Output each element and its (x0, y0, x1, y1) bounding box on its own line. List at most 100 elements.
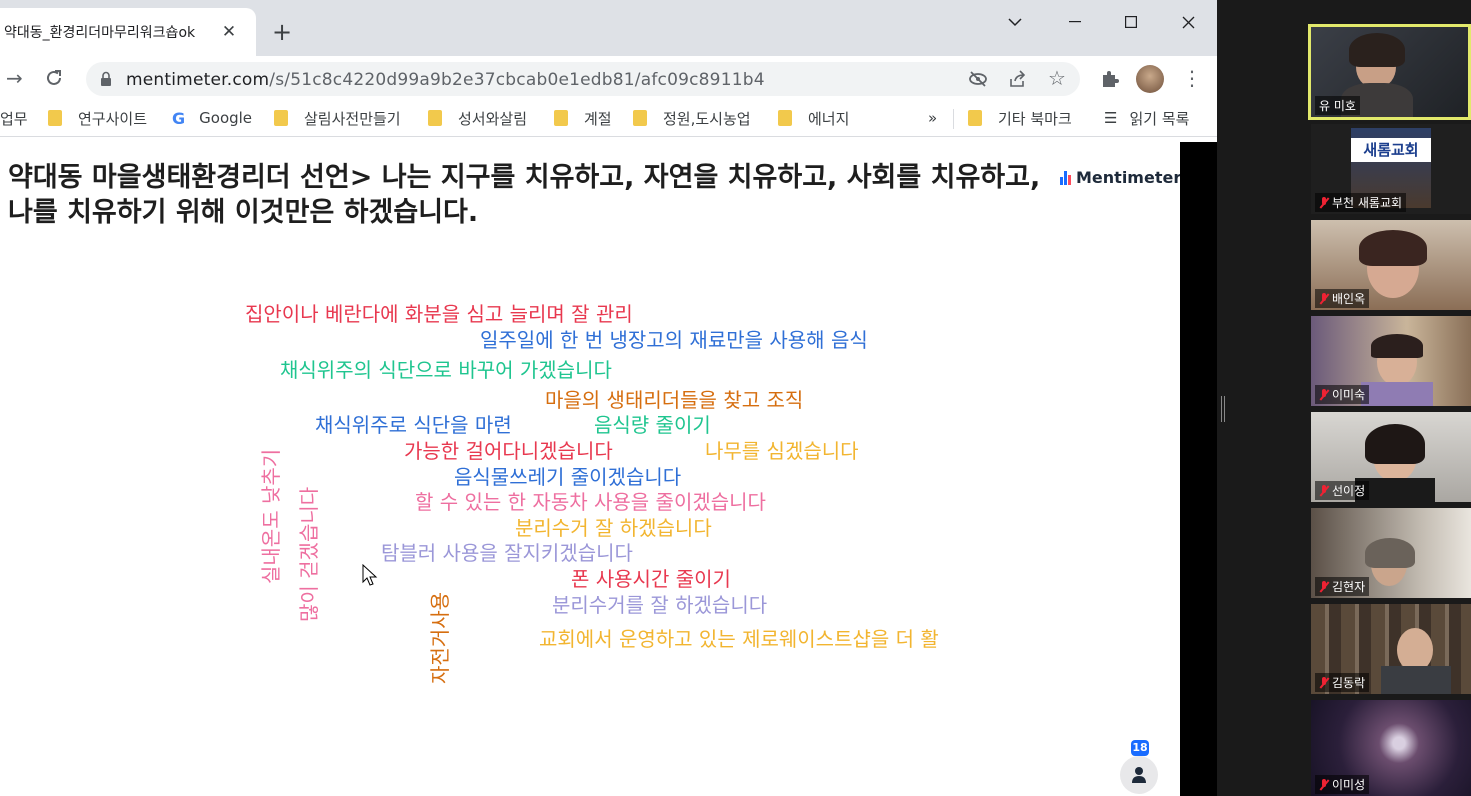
word-cloud-word: 일주일에 한 번 냉장고의 재료만을 사용해 음식 (480, 328, 868, 352)
google-icon: G (172, 108, 186, 128)
tab-search-chevron-icon[interactable] (992, 8, 1038, 36)
bookmark-item-7[interactable]: 에너지 (778, 107, 849, 129)
reading-list-label: 읽기 목록 (1129, 109, 1190, 128)
folder-icon (633, 110, 647, 126)
person-icon (1120, 756, 1158, 794)
participant-hair (1371, 334, 1423, 358)
word-cloud-word-vertical: 실내온도 낮추기 (259, 448, 283, 584)
tab-strip: 약대동_환경리더마무리워크숍ok ✕ + (0, 0, 1217, 56)
reload-icon[interactable] (44, 64, 64, 92)
close-window-icon[interactable] (1165, 8, 1211, 36)
eye-off-icon[interactable] (968, 70, 988, 88)
bookmark-item-3[interactable]: 살림사전만들기 (274, 107, 401, 129)
extensions-puzzle-icon[interactable] (1100, 69, 1120, 89)
word-cloud-word: 채식위주의 식단으로 바꾸어 가겠습니다 (280, 358, 612, 382)
word-cloud-word: 폰 사용시간 줄이기 (571, 567, 731, 591)
bookmark-item-6[interactable]: 정원,도시농업 (633, 107, 751, 129)
video-tile[interactable]: 이미성 (1311, 700, 1471, 796)
bookmark-item-4[interactable]: 성서와살림 (428, 107, 527, 129)
url-host: mentimeter.com (126, 70, 270, 90)
bookmark-label: 업무 (0, 109, 28, 128)
bookmark-label: Google (199, 109, 253, 127)
church-sign: 새롬교회 (1351, 138, 1431, 162)
word-cloud-word: 탐블러 사용을 잘지키겠습니다 (381, 541, 633, 565)
bookmark-label: 살림사전만들기 (304, 109, 401, 128)
other-bookmarks[interactable]: 기타 북마크 (968, 107, 1072, 129)
reading-list[interactable]: ☰ 읽기 목록 (1104, 107, 1189, 129)
share-icon[interactable] (1008, 70, 1028, 88)
bookmarks-overflow-button[interactable]: » (928, 107, 937, 129)
menu-kebab-icon[interactable]: ⋮ (1182, 66, 1202, 90)
participant-name: 부천 새롬교회 (1315, 193, 1407, 212)
word-cloud-word: 음식물쓰레기 줄이겠습니다 (454, 465, 682, 489)
browser-tab[interactable]: 약대동_환경리더마무리워크숍ok ✕ (0, 8, 256, 56)
mouse-pointer-icon (362, 564, 378, 586)
mentimeter-slide: 약대동 마을생태환경리더 선언> 나는 지구를 치유하고, 자연을 치유하고, … (0, 142, 1181, 796)
url-text: mentimeter.com/s/51c8c4220d99a9b2e37cbca… (126, 70, 765, 90)
video-tile[interactable]: 선이정 (1311, 412, 1471, 502)
word-cloud-word-vertical: 자전거사용 (428, 592, 452, 684)
participant-name: 유 미호 (1315, 96, 1360, 115)
participant-body (1361, 382, 1433, 406)
bookmark-star-icon[interactable]: ☆ (1048, 66, 1066, 90)
bookmark-label: 정원,도시농업 (663, 109, 751, 128)
bookmark-item-1[interactable]: 연구사이트 (48, 107, 147, 129)
maximize-icon[interactable] (1108, 8, 1154, 36)
bookmark-label: 성서와살림 (458, 109, 528, 128)
participant-name: 선이정 (1315, 481, 1370, 500)
word-cloud-word: 분리수거를 잘 하겠습니다 (552, 593, 768, 617)
folder-icon (274, 110, 288, 126)
minimize-icon[interactable] (1052, 8, 1098, 36)
video-tile[interactable]: 김현자 (1311, 508, 1471, 598)
folder-icon (48, 110, 62, 126)
participant-name: 김현자 (1315, 577, 1370, 596)
participant-hair (1365, 424, 1425, 464)
word-cloud-word: 나무를 심겠습니다 (705, 439, 859, 463)
participant-body (1381, 666, 1451, 694)
video-tile-active-speaker[interactable]: 유 미호 (1308, 24, 1471, 120)
participant-count-widget[interactable]: 18 (1120, 740, 1160, 796)
browser-window: 약대동_환경리더마무리워크숍ok ✕ + → mentimeter.com/s/… (0, 0, 1217, 796)
other-bookmarks-label: 기타 북마크 (998, 109, 1072, 128)
video-tile[interactable]: 새롬교회 부천 새롬교회 (1311, 124, 1471, 214)
bookmark-label: 계절 (584, 109, 612, 128)
reading-list-icon: ☰ (1104, 109, 1118, 127)
word-cloud-word: 할 수 있는 한 자동차 사용을 줄이겠습니다 (415, 490, 766, 514)
bookmarks-bar: 업무 연구사이트 G Google 살림사전만들기 성서와살림 계절 정원,도시농… (0, 101, 1217, 137)
folder-icon (968, 110, 982, 126)
video-tile[interactable]: 배인옥 (1311, 220, 1471, 310)
question-title: 약대동 마을생태환경리더 선언> 나는 지구를 치유하고, 자연을 치유하고, … (8, 162, 1041, 228)
word-cloud-word: 음식량 줄이기 (594, 413, 711, 437)
video-tile[interactable]: 김동락 (1311, 604, 1471, 694)
mentimeter-brand: Mentimeter (1060, 168, 1181, 187)
mic-muted-icon (1319, 484, 1329, 497)
mic-muted-icon (1319, 778, 1329, 791)
mic-muted-icon (1319, 388, 1329, 401)
folder-icon (428, 110, 442, 126)
bookmark-label: 연구사이트 (78, 109, 148, 128)
word-cloud-word: 마을의 생태리더들을 찾고 조직 (545, 388, 804, 412)
bookmark-item-5[interactable]: 계절 (554, 107, 612, 129)
new-tab-button[interactable]: + (272, 20, 292, 44)
bookmark-item-2[interactable]: G Google (172, 107, 252, 129)
mic-muted-icon (1319, 676, 1329, 689)
folder-icon (554, 110, 568, 126)
address-bar[interactable]: mentimeter.com/s/51c8c4220d99a9b2e37cbca… (86, 62, 1080, 96)
participant-name: 김동락 (1315, 673, 1370, 692)
forward-arrow-icon[interactable]: → (6, 64, 23, 92)
participant-name: 이미숙 (1315, 385, 1370, 404)
url-path: /s/51c8c4220d99a9b2e37cbcab0e1edb81/afc0… (269, 70, 765, 90)
split-view-handle[interactable] (1221, 396, 1225, 422)
mic-muted-icon (1319, 196, 1329, 209)
participant-hair (1359, 230, 1427, 266)
participant-name: 배인옥 (1315, 289, 1370, 308)
profile-avatar[interactable] (1136, 65, 1164, 93)
tab-title: 약대동_환경리더마무리워크숍ok (4, 25, 196, 41)
mic-muted-icon (1319, 580, 1329, 593)
video-tile[interactable]: 이미숙 (1311, 316, 1471, 406)
bookmark-item-0[interactable]: 업무 (0, 107, 28, 129)
tab-close-icon[interactable]: ✕ (218, 22, 240, 42)
word-cloud-word: 채식위주로 식단을 마련 (315, 413, 512, 437)
word-cloud-word-vertical: 많이 걷겠습니다 (297, 486, 321, 622)
bookmarks-divider (953, 109, 954, 129)
